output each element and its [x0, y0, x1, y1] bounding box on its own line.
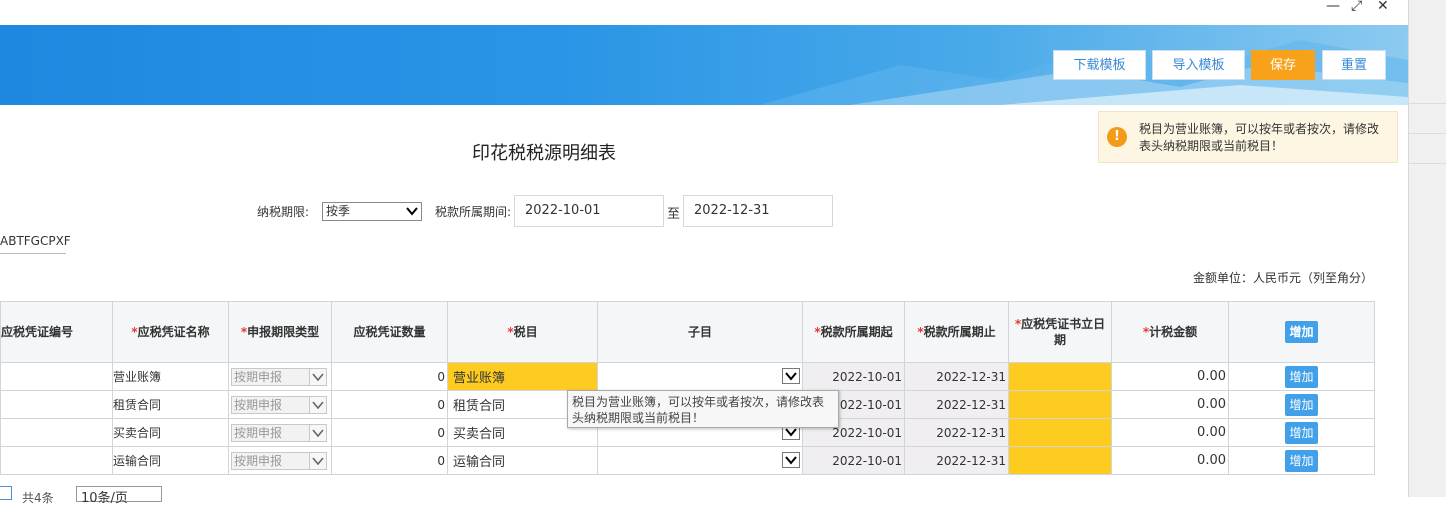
period-type-select[interactable]: 按期申报	[231, 368, 327, 386]
col-period-type: *申报期限类型	[228, 301, 332, 363]
period-type-cell[interactable]: 按期申报	[228, 390, 332, 419]
col-issue-date: *应税凭证书立日期	[1008, 301, 1112, 363]
period-end-cell: 2022-12-31	[904, 390, 1009, 419]
table-row: 营业账簿 按期申报 0 营业账簿 2022-10-01 2022-12-31 0…	[0, 362, 1375, 391]
close-icon[interactable]: ✕	[1377, 0, 1389, 16]
sub-item-select[interactable]	[782, 368, 800, 384]
col-taxable-amount: *计税金额	[1111, 301, 1229, 363]
taxable-amount-cell[interactable]: 0.00	[1111, 418, 1229, 447]
voucher-qty-cell[interactable]: 0	[331, 418, 448, 447]
col-tax-item: *税目	[447, 301, 598, 363]
add-row-button[interactable]: 增加	[1285, 421, 1318, 444]
toast-message: 税目为营业账簿，可以按年或者按次，请修改表头纳税期限或当前税目！	[1139, 122, 1380, 153]
col-period-end: *税款所属期止	[904, 301, 1009, 363]
voucher-no-cell[interactable]	[0, 362, 113, 391]
period-type-cell[interactable]: 按期申报	[228, 446, 332, 475]
period-type-cell[interactable]: 按期申报	[228, 362, 332, 391]
issue-date-cell[interactable]	[1008, 446, 1112, 475]
warning-toast: ! 税目为营业账簿，可以按年或者按次，请修改表头纳税期限或当前税目！	[1098, 111, 1398, 163]
add-row-button[interactable]: 增加	[1285, 449, 1318, 472]
col-period-start: *税款所属期起	[802, 301, 905, 363]
col-voucher-qty: 应税凭证数量	[331, 301, 448, 363]
add-row-button[interactable]: 增加	[1285, 321, 1318, 343]
period-type-select[interactable]: 按期申报	[231, 396, 327, 414]
taxable-amount-cell[interactable]: 0.00	[1111, 446, 1229, 475]
warning-icon: !	[1107, 127, 1127, 147]
page-size-select[interactable]: 10条/页	[76, 486, 162, 506]
tax-period-label: 纳税期限:	[257, 205, 310, 219]
table-header-row: 应税凭证编号 *应税凭证名称 *申报期限类型 应税凭证数量 *税目 子目 *税款…	[0, 301, 1375, 363]
page-title: 印花税税源明细表	[472, 143, 616, 164]
issue-date-cell[interactable]	[1008, 390, 1112, 419]
amount-unit-note: 金额单位：人民币元（列至角分）	[1193, 271, 1374, 285]
date-to-input[interactable]: 2022-12-31	[683, 195, 833, 227]
sub-item-select[interactable]	[782, 452, 800, 468]
issue-date-cell[interactable]	[1008, 362, 1112, 391]
period-end-cell: 2022-12-31	[904, 362, 1009, 391]
stamp-tax-detail-table: 应税凭证编号 *应税凭证名称 *申报期限类型 应税凭证数量 *税目 子目 *税款…	[0, 301, 1375, 475]
period-type-cell[interactable]: 按期申报	[228, 418, 332, 447]
col-action: 增加	[1228, 301, 1375, 363]
period-start-cell: 2022-10-01	[802, 446, 905, 475]
taxable-amount-cell[interactable]: 0.00	[1111, 390, 1229, 419]
sub-item-cell[interactable]	[597, 362, 803, 391]
voucher-name-cell: 营业账簿	[112, 362, 229, 391]
voucher-qty-cell[interactable]: 0	[331, 446, 448, 475]
voucher-name-cell: 租赁合同	[112, 390, 229, 419]
import-template-button[interactable]: 导入模板	[1152, 50, 1245, 80]
col-voucher-name: *应税凭证名称	[112, 301, 229, 363]
voucher-name-cell: 买卖合同	[112, 418, 229, 447]
sub-item-cell[interactable]	[597, 446, 803, 475]
issue-date-cell[interactable]	[1008, 418, 1112, 447]
to-label: 至	[667, 207, 681, 222]
period-start-cell: 2022-10-01	[802, 362, 905, 391]
chevron-down-icon	[785, 372, 797, 381]
action-cell: 增加	[1228, 418, 1375, 447]
save-button[interactable]: 保存	[1251, 50, 1315, 80]
chevron-down-icon	[312, 429, 324, 438]
voucher-name-cell: 运输合同	[112, 446, 229, 475]
belong-period-label: 税款所属期间:	[435, 205, 512, 219]
tax-item-cell[interactable]: 运输合同	[447, 446, 598, 475]
chevron-down-icon	[785, 456, 797, 465]
period-end-cell: 2022-12-31	[904, 418, 1009, 447]
right-side-panel	[1408, 0, 1446, 497]
taxable-amount-cell[interactable]: 0.00	[1111, 362, 1229, 391]
chevron-down-icon	[406, 207, 418, 216]
col-voucher-no: 应税凭证编号	[0, 301, 113, 363]
action-cell: 增加	[1228, 390, 1375, 419]
pager-total: 共4条	[22, 491, 54, 505]
reset-button[interactable]: 重置	[1322, 50, 1386, 80]
restore-icon[interactable]: ⤢	[1351, 0, 1362, 16]
voucher-no-cell[interactable]	[0, 446, 113, 475]
pager-prev-button[interactable]	[0, 486, 12, 500]
tax-period-select[interactable]: 按季	[322, 202, 422, 221]
voucher-qty-cell[interactable]: 0	[331, 390, 448, 419]
chevron-down-icon	[312, 401, 324, 410]
add-row-button[interactable]: 增加	[1285, 365, 1318, 388]
action-cell: 增加	[1228, 362, 1375, 391]
voucher-no-cell[interactable]	[0, 418, 113, 447]
minimize-icon[interactable]: —	[1326, 0, 1340, 16]
period-end-cell: 2022-12-31	[904, 446, 1009, 475]
action-cell: 增加	[1228, 446, 1375, 475]
col-sub-item: 子目	[597, 301, 803, 363]
download-template-button[interactable]: 下载模板	[1053, 50, 1146, 80]
tax-item-tooltip: 税目为营业账簿，可以按年或者按次，请修改表头纳税期限或当前税目！	[567, 390, 839, 428]
period-type-select[interactable]: 按期申报	[231, 424, 327, 442]
date-from-input[interactable]: 2022-10-01	[514, 195, 664, 227]
add-row-button[interactable]: 增加	[1285, 393, 1318, 416]
chevron-down-icon	[312, 373, 324, 382]
tax-item-cell[interactable]: 营业账簿	[447, 362, 598, 391]
period-type-select[interactable]: 按期申报	[231, 452, 327, 470]
chevron-down-icon	[312, 457, 324, 466]
table-row: 运输合同 按期申报 0 运输合同 2022-10-01 2022-12-31 0…	[0, 446, 1375, 475]
voucher-no-cell[interactable]	[0, 390, 113, 419]
taxpayer-code: ABTFGCPXF	[0, 234, 71, 254]
voucher-qty-cell[interactable]: 0	[331, 362, 448, 391]
